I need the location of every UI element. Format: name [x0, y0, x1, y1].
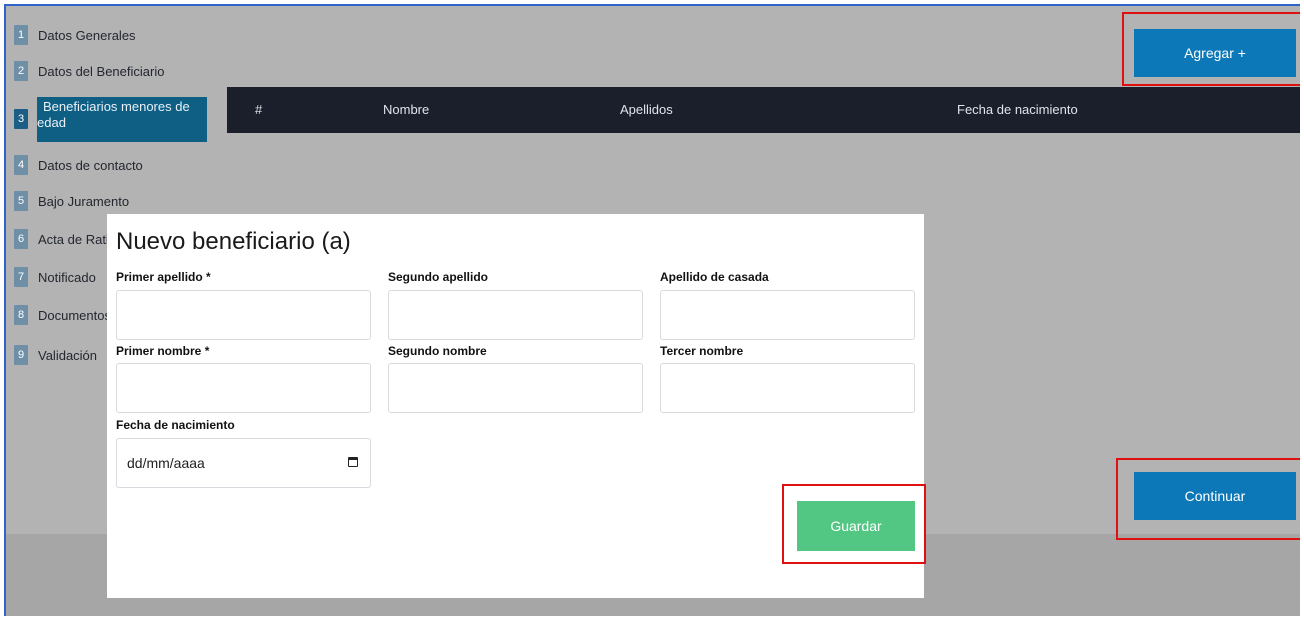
step-number: 6 — [14, 229, 28, 249]
step-label-line2: edad — [37, 115, 66, 130]
step-number: 8 — [14, 305, 28, 325]
step-documentos[interactable]: 8 Documentos — [14, 304, 111, 326]
second-name-input[interactable] — [388, 363, 643, 413]
step-label: Datos Generales — [38, 27, 136, 43]
step-number: 3 — [14, 109, 28, 129]
step-label: Validación — [38, 347, 98, 363]
step-number: 4 — [14, 155, 28, 175]
step-label: Notificado — [38, 269, 96, 285]
label-married-surname: Apellido de casada — [660, 270, 769, 284]
col-nombre: Nombre — [383, 102, 430, 117]
col-apellidos: Apellidos — [620, 102, 673, 117]
third-name-input[interactable] — [660, 363, 915, 413]
label-first-name: Primer nombre * — [116, 344, 210, 358]
second-surname-input[interactable] — [388, 290, 643, 340]
first-name-input[interactable] — [116, 363, 371, 413]
label-second-name: Segundo nombre — [388, 344, 487, 358]
birth-date-input[interactable]: dd/mm/aaaa — [116, 438, 371, 488]
modal-title: Nuevo beneficiario (a) — [116, 228, 351, 255]
calendar-icon[interactable] — [348, 457, 358, 467]
step-label: Acta de Rati — [38, 231, 109, 247]
highlight-add — [1122, 12, 1300, 86]
step-label: Datos del Beneficiario — [38, 63, 165, 79]
label-birth-date: Fecha de nacimiento — [116, 418, 235, 432]
step-datos-generales[interactable]: 1 Datos Generales — [14, 24, 136, 46]
label-second-surname: Segundo apellido — [388, 270, 489, 284]
step-bajo-juramento[interactable]: 5 Bajo Juramento — [14, 190, 129, 212]
step-datos-beneficiario[interactable]: 2 Datos del Beneficiario — [14, 60, 164, 82]
col-number: # — [255, 102, 263, 117]
married-surname-input[interactable] — [660, 290, 915, 340]
first-surname-input[interactable] — [116, 290, 371, 340]
label-first-surname: Primer apellido * — [116, 270, 211, 284]
date-placeholder: dd/mm/aaaa — [127, 455, 205, 471]
page-frame: 1 Datos Generales 2 Datos del Beneficiar… — [4, 4, 1300, 616]
step-notificado[interactable]: 7 Notificado — [14, 266, 96, 288]
step-validacion[interactable]: 9 Validación — [14, 344, 97, 366]
step-acta[interactable]: 6 Acta de Rati — [14, 228, 109, 250]
highlight-save — [782, 484, 926, 564]
highlight-continue — [1116, 458, 1300, 540]
step-label: Datos de contacto — [38, 157, 143, 173]
step-number: 5 — [14, 191, 28, 211]
table-header: # Nombre Apellidos Fecha de nacimiento — [227, 87, 1300, 133]
label-third-name: Tercer nombre — [660, 344, 744, 358]
step-label-line1: Beneficiarios menores de — [43, 99, 190, 114]
step-label: Bajo Juramento — [38, 193, 130, 209]
step-number: 7 — [14, 267, 28, 287]
step-number: 2 — [14, 61, 28, 81]
step-beneficiarios-menores-number[interactable]: 3 — [14, 108, 38, 130]
col-fecha: Fecha de nacimiento — [957, 102, 1078, 117]
step-number: 1 — [14, 25, 28, 45]
new-beneficiary-modal: Nuevo beneficiario (a) Primer apellido *… — [107, 214, 926, 598]
step-beneficiarios-menores[interactable]: Beneficiarios menores de edad — [37, 97, 207, 142]
step-datos-contacto[interactable]: 4 Datos de contacto — [14, 154, 143, 176]
step-label: Documentos — [38, 307, 111, 323]
step-number: 9 — [14, 345, 28, 365]
